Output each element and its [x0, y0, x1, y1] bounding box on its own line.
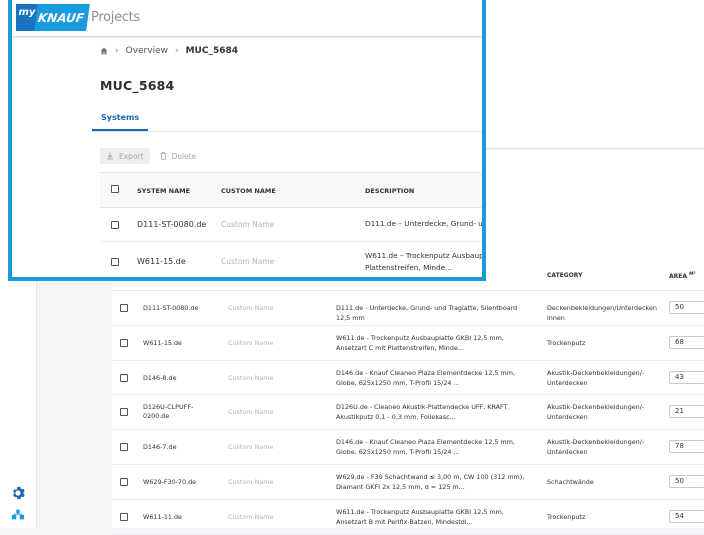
system-name[interactable]: D146-7.de — [143, 443, 203, 452]
column-system-name[interactable]: SYSTEM NAME — [137, 187, 190, 195]
custom-name-input[interactable]: Custom Name — [221, 220, 274, 229]
app-header: my KNAUF Projects — [12, 0, 482, 36]
zoomed-view: my KNAUF Projects › Overview › MUC_5684 … — [8, 0, 486, 281]
table-row[interactable]: W611-15.de Custom Name W611.de – Trocken… — [100, 242, 486, 277]
column-custom-name[interactable]: CUSTOM NAME — [221, 187, 276, 195]
table-row[interactable]: D111-ST-0080.de Custom Name D111.de – Un… — [100, 208, 483, 242]
tab-systems[interactable]: Systems — [92, 104, 149, 131]
table-row[interactable]: D146-7.de Custom Name D146.de - Knauf Clea… — [112, 430, 704, 465]
custom-name-input[interactable]: Custom Name — [228, 513, 273, 521]
chevron-right-icon: › — [115, 46, 119, 56]
select-all-checkbox[interactable] — [111, 185, 119, 193]
table-header: SYSTEM NAME CUSTOM NAME DESCRIPTION — [100, 173, 482, 208]
description: W611.de - Trockenputz Ausbauplatte GKBI … — [336, 507, 504, 526]
custom-name-input[interactable]: Custom Name — [221, 257, 274, 266]
export-label: Export — [119, 151, 144, 161]
trash-icon — [160, 152, 167, 160]
description: W611.de – Trockenputz Ausbauplatte CPlat… — [365, 251, 486, 272]
gear-icon[interactable] — [11, 486, 25, 500]
home-icon[interactable] — [100, 47, 108, 55]
table-row[interactable]: W611-15.de Custom Name W611.de - Trockenpu… — [112, 326, 704, 361]
custom-name-input[interactable]: Custom Name — [228, 339, 273, 347]
system-name[interactable]: W611-11.de — [143, 513, 203, 522]
row-checkbox[interactable] — [120, 373, 128, 382]
systems-table-background: CATEGORY AREA m² D111-ST-0080.de Custom N… — [112, 258, 704, 535]
chevron-right-icon: › — [174, 46, 179, 56]
description: D146.de - Knauf Cleaneo Plaza Elementdec… — [336, 438, 515, 457]
table-body: D111-ST-0080.de Custom Name D111.de - Unte… — [112, 291, 704, 535]
custom-name-input[interactable]: Custom Name — [228, 478, 273, 486]
system-name[interactable]: D111-ST-0080.de — [143, 304, 203, 313]
table-row[interactable]: W629-F30-70.de Custom Name W629.de - F30 S… — [112, 465, 704, 500]
area-input[interactable]: 78 — [669, 440, 704, 454]
category: Trockenputz — [547, 338, 586, 347]
category: Schachtwände — [547, 477, 594, 486]
area-input[interactable]: 50 — [669, 301, 704, 314]
system-name[interactable]: D126U-CLPUFF-0200.de — [143, 403, 203, 421]
category: Akustik-Deckenbekleidungen/-Unterdecken — [547, 403, 645, 422]
description: D146.de - Knauf Cleaneo Plaza Elementdec… — [336, 368, 515, 387]
category: Akustik-Deckenbekleidungen/-Unterdecken — [547, 368, 645, 387]
system-name[interactable]: W629-F30-70.de — [143, 478, 203, 487]
custom-name-input[interactable]: Custom Name — [228, 304, 273, 312]
table-row[interactable]: D126U-CLPUFF-0200.de Custom Name D126U.de … — [112, 395, 704, 431]
area-input[interactable]: 21 — [669, 405, 704, 419]
download-icon — [107, 152, 113, 160]
column-area[interactable]: AREA m² — [669, 272, 696, 280]
logo-product: Projects — [91, 10, 140, 25]
page-title: MUC_5684 — [100, 78, 175, 93]
row-checkbox[interactable] — [111, 221, 119, 229]
category: Trockenputz — [547, 512, 586, 521]
breadcrumb-current: MUC_5684 — [185, 46, 239, 56]
system-name[interactable]: D146-8.de — [143, 374, 203, 383]
custom-name-input[interactable]: Custom Name — [228, 443, 273, 451]
area-input[interactable]: 50 — [669, 474, 704, 488]
category: Deckenbekleidungen/Unterdecken innen — [547, 304, 657, 322]
description: W611.de - Trockenputz Ausbauplatte GKBI … — [336, 333, 504, 352]
column-description[interactable]: DESCRIPTION — [365, 187, 414, 195]
area-input[interactable]: 54 — [669, 509, 704, 523]
description: W629.de - F30 Schachtwand ≤ 3,00 m, CW 1… — [336, 472, 525, 491]
breadcrumb-overview[interactable]: Overview — [126, 46, 168, 56]
row-checkbox[interactable] — [120, 512, 128, 521]
area-input[interactable]: 68 — [669, 335, 704, 349]
export-button[interactable]: Export — [100, 148, 150, 164]
row-checkbox[interactable] — [120, 443, 128, 452]
description: D126U.de - Cleaneo Akustik-Plattendecke … — [336, 403, 508, 422]
systems-table: SYSTEM NAME CUSTOM NAME DESCRIPTION D111… — [100, 172, 486, 277]
logo-brand: KNAUF — [34, 4, 90, 31]
system-name[interactable]: D111-ST-0080.de — [137, 220, 206, 229]
breadcrumb: › Overview › MUC_5684 — [100, 46, 238, 56]
table-row[interactable]: D146-8.de Custom Name D146.de - Knauf Clea… — [112, 361, 704, 396]
column-category[interactable]: CATEGORY — [547, 272, 582, 279]
row-checkbox[interactable] — [120, 304, 128, 312]
description: D111.de – Unterdecke, Grund- und Trag — [365, 219, 483, 228]
myknauf-projects-logo[interactable]: my KNAUF Projects — [16, 4, 140, 31]
custom-name-input[interactable]: Custom Name — [228, 374, 273, 382]
category: Akustik-Deckenbekleidungen/-Unterdecken — [547, 438, 645, 457]
row-checkbox[interactable] — [120, 408, 128, 417]
table-row[interactable]: W611-11.de Custom Name W611.de - Trockenpu… — [112, 500, 704, 535]
custom-name-input[interactable]: Custom Name — [228, 408, 273, 416]
tab-bar: Systems — [92, 104, 482, 132]
system-name[interactable]: W611-15.de — [143, 339, 203, 348]
row-checkbox[interactable] — [120, 477, 128, 486]
description: D111.de - Unterdecke, Grund- und Traglat… — [336, 304, 518, 322]
delete-label: Delete — [171, 151, 197, 161]
network-icon[interactable] — [11, 508, 25, 522]
row-checkbox[interactable] — [120, 338, 128, 347]
area-input[interactable]: 43 — [669, 370, 704, 384]
system-name[interactable]: W611-15.de — [137, 257, 186, 266]
row-checkbox[interactable] — [111, 258, 119, 266]
table-toolbar: Export Delete — [100, 148, 202, 164]
delete-button[interactable]: Delete — [154, 148, 203, 164]
table-row[interactable]: D111-ST-0080.de Custom Name D111.de - Unte… — [112, 291, 704, 326]
